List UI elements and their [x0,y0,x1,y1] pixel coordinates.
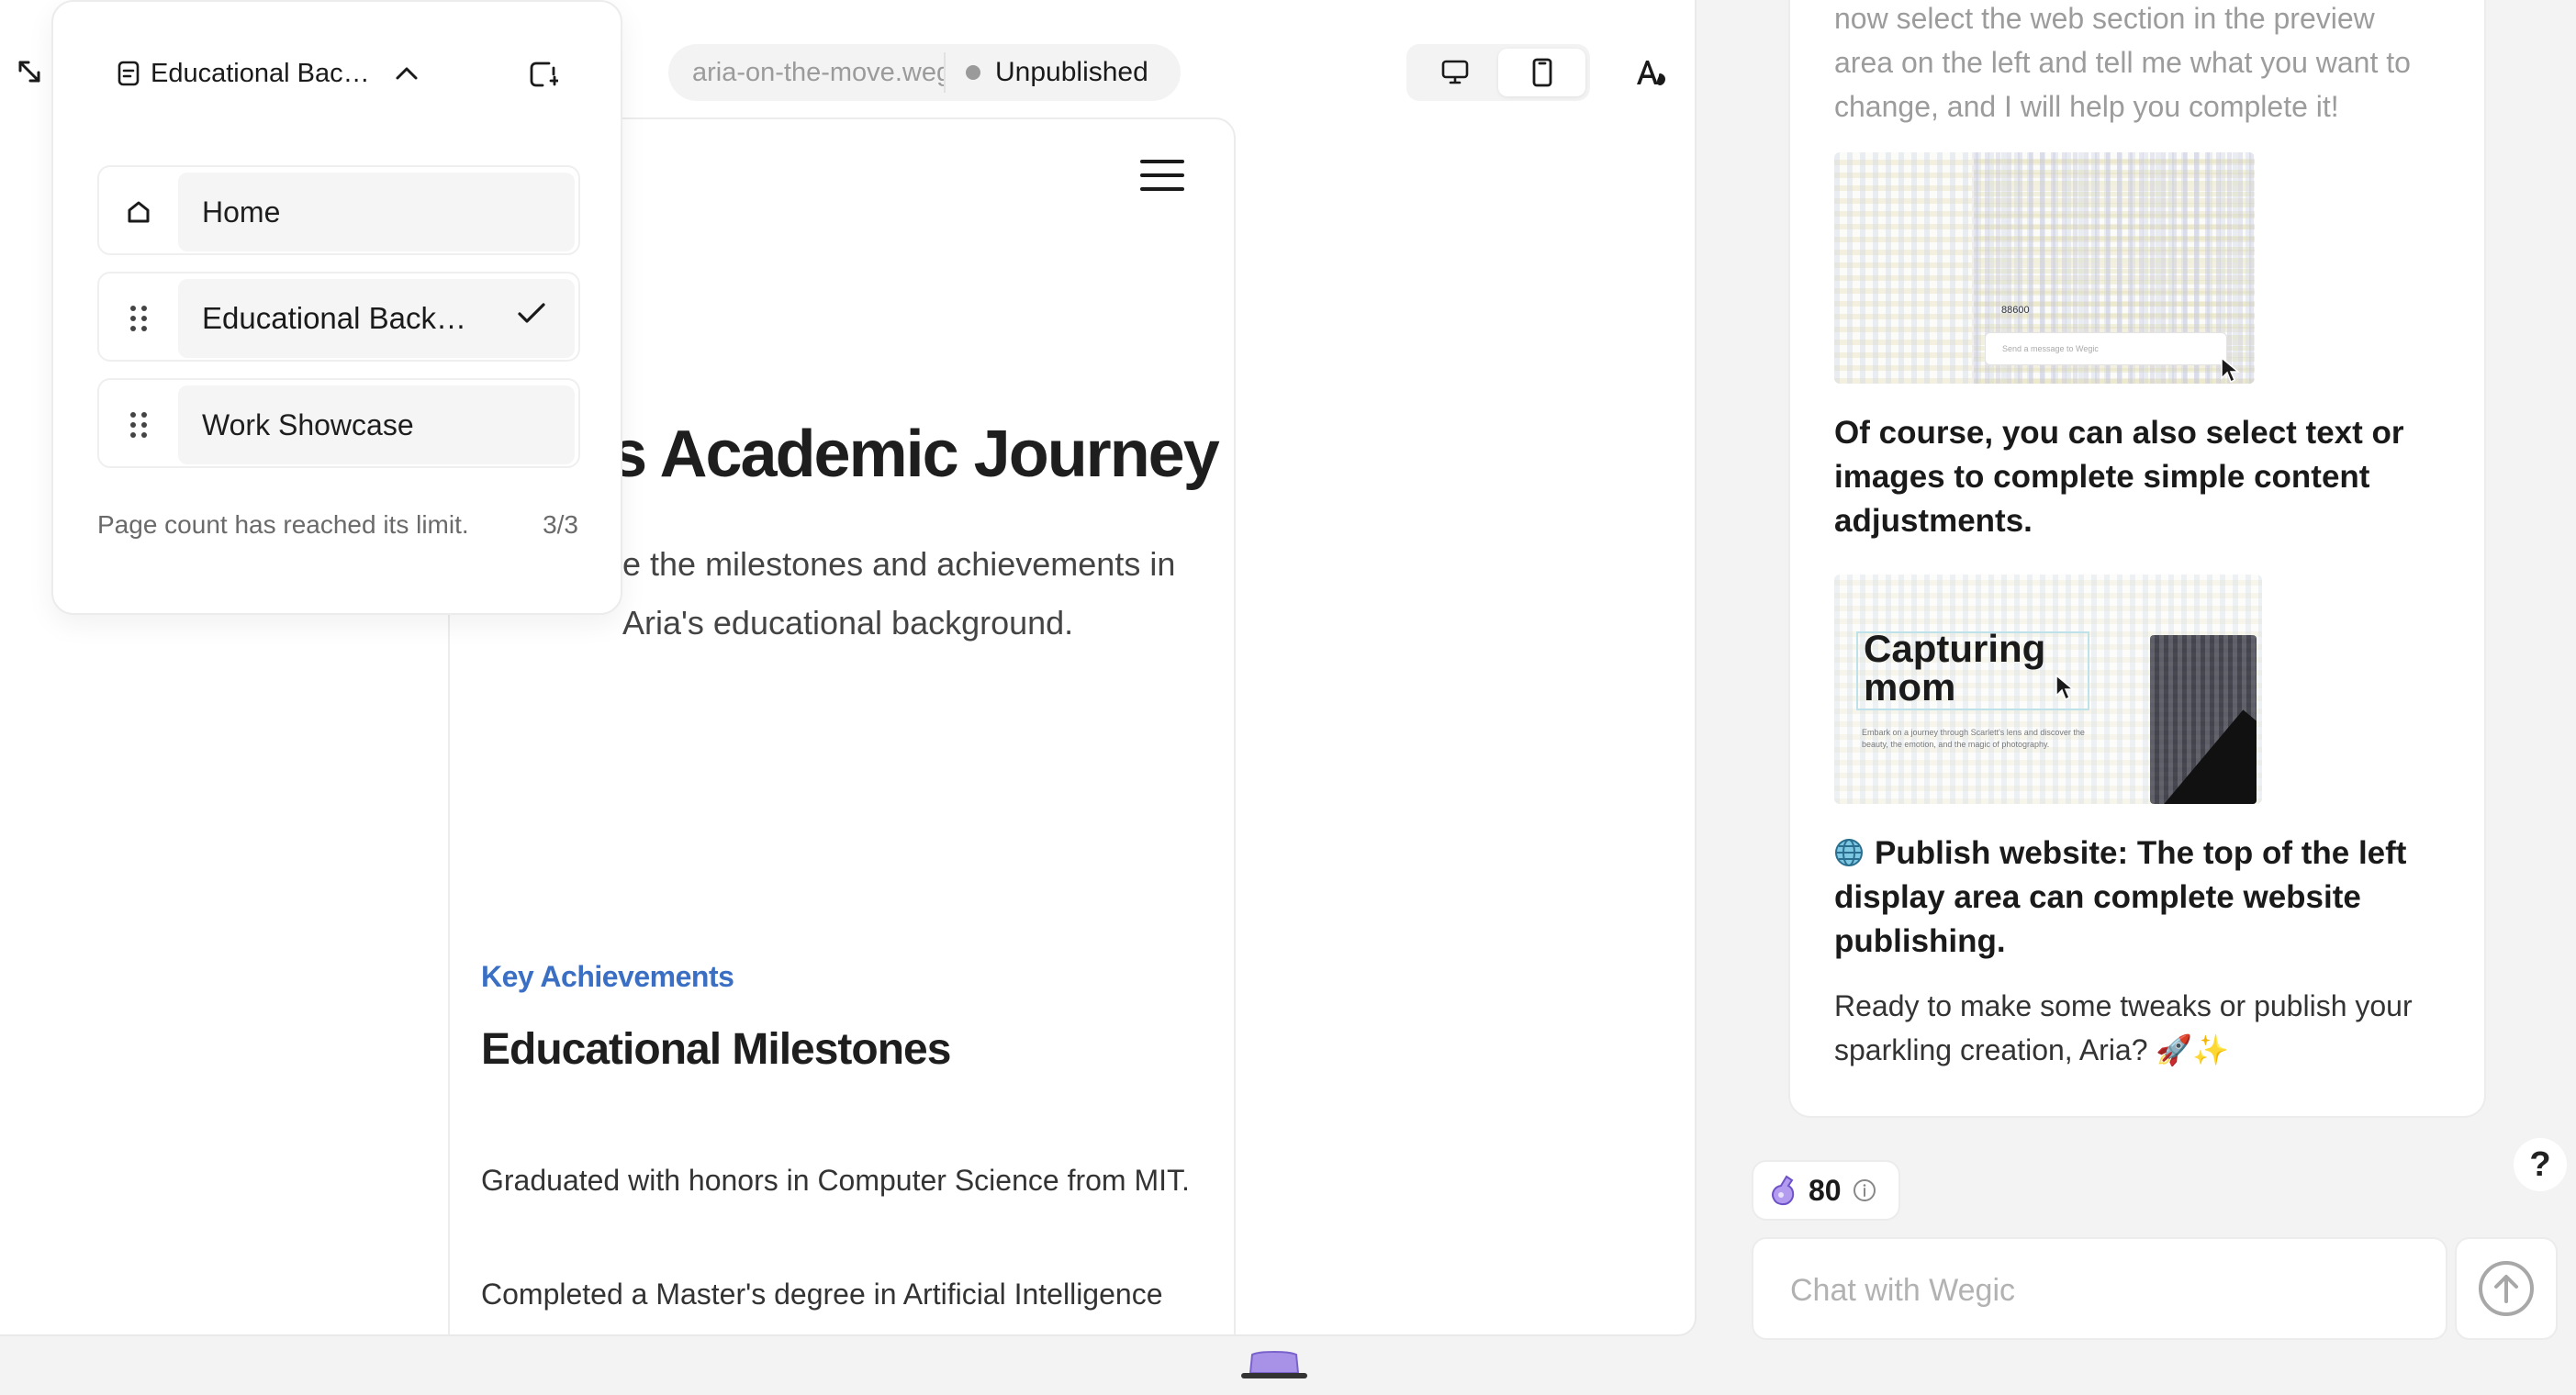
page-switcher-toggle[interactable]: Educational Bac… [116,53,420,94]
page-limit-note: Page count has reached its limit. [97,510,469,539]
hero-description-line-2[interactable]: Aria's educational background. [622,604,1073,642]
thumb-title-line-2: mom [1864,665,1956,709]
chat-text-closing: Ready to make some tweaks or publish you… [1834,989,2413,1066]
font-style-button[interactable] [1629,50,1674,95]
drag-handle-icon[interactable] [116,296,162,341]
page-item-label: Work Showcase [178,385,575,464]
page-item-educational-background[interactable]: Educational Back… [97,272,580,362]
page-item-label: Home [178,173,575,251]
milestone-item[interactable]: Graduated with honors in Computer Scienc… [481,1164,1190,1198]
globe-icon [1835,839,1863,866]
collapse-icon[interactable] [9,51,50,92]
page-item-work-showcase[interactable]: Work Showcase [97,378,580,468]
home-icon [116,189,162,235]
desktop-view-button[interactable] [1411,49,1498,96]
mobile-icon [1532,58,1551,87]
chat-text-publish-tip: Publish website: The top of the left dis… [1834,831,2440,964]
font-style-icon [1637,61,1665,85]
add-page-icon [530,61,558,87]
send-button[interactable] [2455,1237,2558,1340]
cursor-icon [2055,674,2075,701]
thumb-description: Embark on a journey through Scarlett's l… [1862,728,2085,749]
assistant-mascot-icon[interactable] [1238,1347,1311,1388]
chat-text-faded: now select the web section in the previe… [1834,2,2411,123]
add-page-button[interactable] [520,51,566,97]
page-switcher-dropdown: Educational Bac… Home Educational Back… … [51,0,622,615]
chat-message: now select the web section in the previe… [1788,0,2486,1118]
cursor-icon [2221,356,2240,384]
editor-area: aria-on-the-move.wegic.app Unpublished '… [0,0,1697,1336]
tutorial-thumbnail-select-text: Capturing mom Embark on a journey throug… [1834,575,2262,804]
mobile-view-button[interactable] [1498,49,1585,96]
page-item-home[interactable]: Home [97,165,580,255]
section-kicker[interactable]: Key Achievements [481,960,734,994]
page-icon [118,61,140,86]
chevron-up-icon [396,67,418,80]
thumb-title-line-1: Capturing [1864,627,2046,670]
page-count: 3/3 [543,510,578,539]
desktop-icon [1441,60,1468,84]
status-dot-icon [966,65,980,80]
hamburger-menu-icon[interactable] [1140,160,1184,191]
device-toggle [1406,44,1590,101]
current-page-name: Educational Bac… [151,58,370,88]
publish-status-label: Unpublished [995,57,1148,87]
chat-text-select-tip: Of course, you can also select text or i… [1834,415,2404,539]
chat-input[interactable] [1790,1267,2414,1314]
publish-status[interactable]: Unpublished [946,57,1148,88]
thumb-photo [2150,635,2257,804]
arrow-up-circle-icon [2479,1261,2534,1316]
check-icon [518,303,545,323]
section-title[interactable]: Educational Milestones [481,1024,951,1075]
drag-handle-icon[interactable] [116,402,162,448]
hero-title[interactable]: 's Academic Journey [597,417,1220,492]
thumb-credit-badge: 88600 [2001,305,2030,316]
site-url[interactable]: aria-on-the-move.wegic.app [668,58,944,88]
tutorial-thumbnail-select-section: 88600 Send a message to Wegic [1834,152,2255,384]
hero-description-line-1[interactable]: e the milestones and achievements in [622,545,1175,584]
chat-input-box [1752,1237,2447,1340]
site-url-bar: aria-on-the-move.wegic.app Unpublished [668,44,1181,101]
credits-badge[interactable]: 80 [1752,1160,1900,1221]
publish-tip-text: Publish website: The top of the left dis… [1834,835,2407,959]
help-button[interactable]: ? [2514,1138,2567,1191]
thumb-message-input: Send a message to Wegic [1985,332,2227,365]
credits-count: 80 [1809,1173,1842,1207]
potion-icon [1772,1175,1795,1206]
milestone-item[interactable]: Completed a Master's degree in Artificia… [481,1278,1162,1311]
info-icon[interactable] [1853,1178,1876,1202]
